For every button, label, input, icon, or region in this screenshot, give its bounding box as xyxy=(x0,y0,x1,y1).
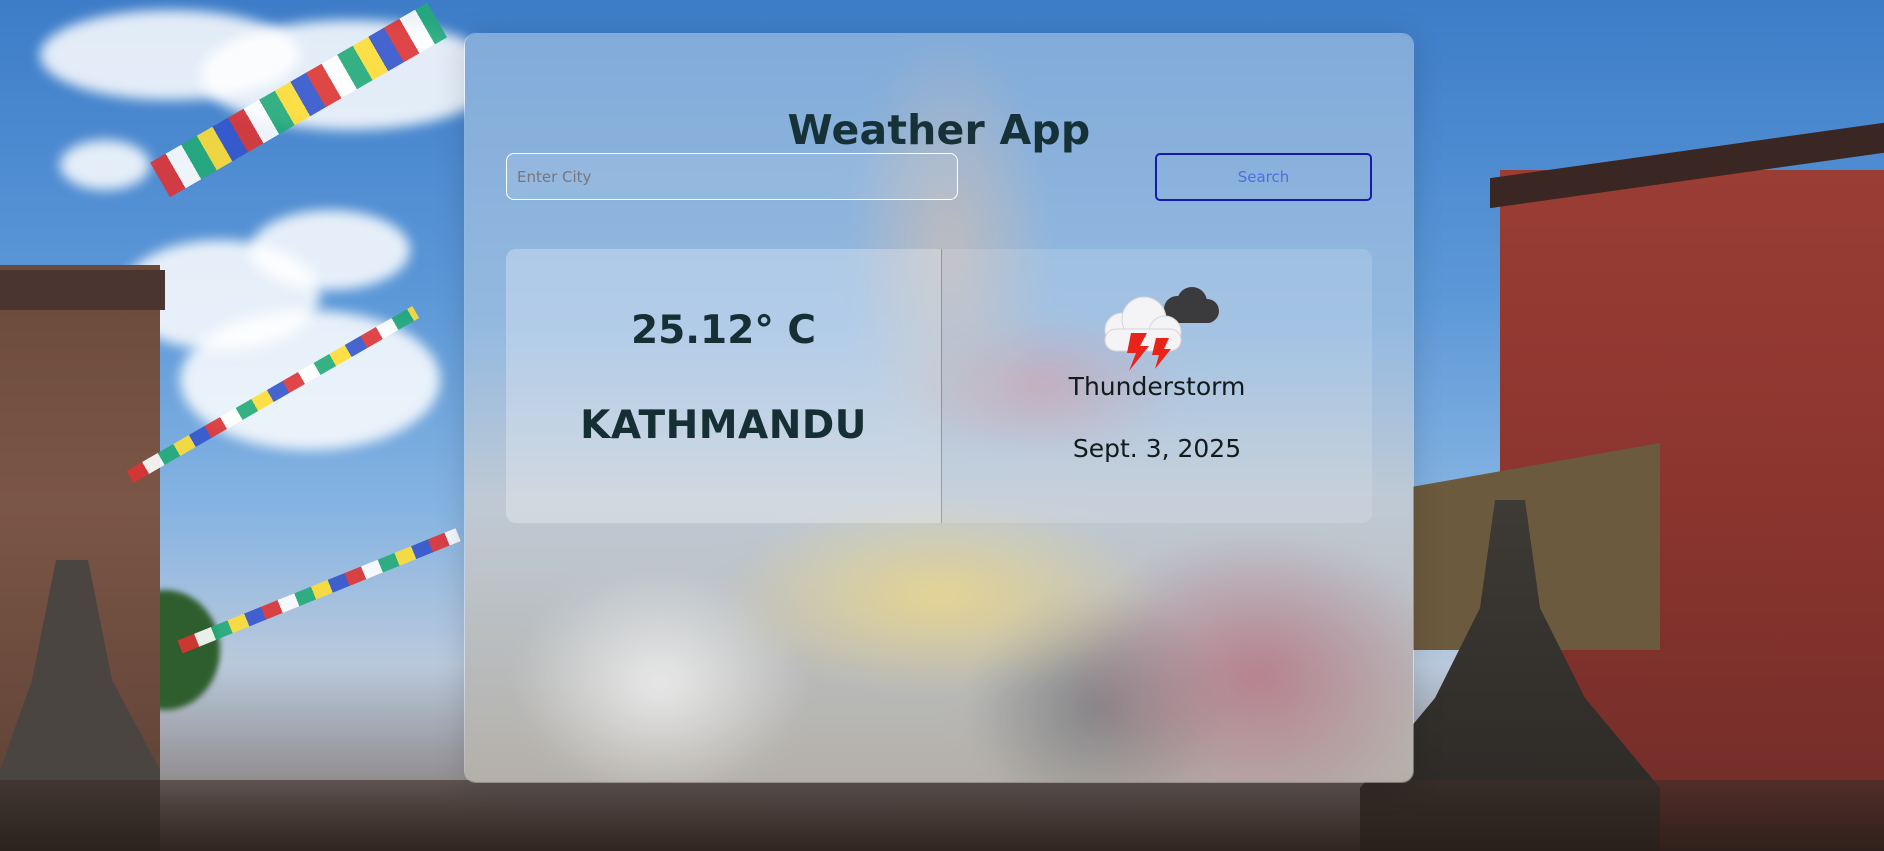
weather-card: Weather App Search 25.12° C KATHMANDU xyxy=(464,33,1414,783)
weather-date: Sept. 3, 2025 xyxy=(1072,434,1242,463)
search-button[interactable]: Search xyxy=(1155,153,1372,201)
temperature-value: 25.12° C xyxy=(630,308,817,353)
temperature-panel: 25.12° C KATHMANDU xyxy=(506,249,941,523)
thunderstorm-icon xyxy=(1089,283,1229,373)
city-search-input[interactable] xyxy=(506,153,958,200)
condition-panel: Thunderstorm Sept. 3, 2025 xyxy=(942,249,1372,523)
app-title: Weather App xyxy=(787,106,1091,154)
weather-result: 25.12° C KATHMANDU Thunderstorm Sept. 3,… xyxy=(506,249,1372,523)
weather-condition: Thunderstorm xyxy=(1068,372,1246,401)
city-name: KATHMANDU xyxy=(580,403,867,448)
